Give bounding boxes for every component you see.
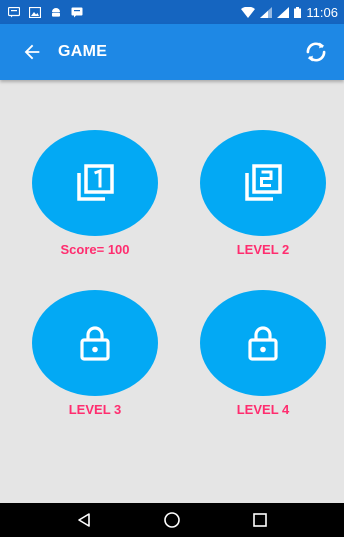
level-1-label: Score= 100 (60, 242, 130, 257)
page-title: GAME (58, 43, 108, 60)
signal-icon-2 (277, 6, 290, 18)
android-icon (50, 7, 62, 18)
recents-square-icon (253, 513, 267, 527)
level-4-label: LEVEL 4 (236, 402, 290, 417)
status-notifications (8, 6, 83, 18)
level-1-button[interactable] (32, 130, 158, 236)
lock-icon (248, 326, 278, 361)
level-1-icon (77, 164, 114, 201)
nav-back-button[interactable] (69, 505, 99, 535)
level-2-label: LEVEL 2 (236, 242, 290, 257)
app-bar: GAME (0, 24, 344, 80)
lock-icon (80, 326, 110, 361)
arrow-back-icon (24, 44, 40, 60)
system-nav-bar (0, 503, 344, 537)
notification-icon (8, 6, 20, 18)
home-circle-icon (164, 512, 180, 528)
status-bar: 11:06 (0, 0, 344, 24)
status-time: 11:06 (306, 4, 338, 20)
back-button[interactable] (12, 32, 52, 72)
level-4-button[interactable] (200, 290, 326, 396)
game-screen: 11:06 GAME Score= 100 LEVEL 2 LEVEL 3 LE… (0, 0, 344, 537)
wifi-icon (241, 6, 256, 18)
level-2-button[interactable] (200, 130, 326, 236)
status-system: 11:06 (241, 5, 338, 20)
battery-icon (294, 6, 302, 18)
level-3-button[interactable] (32, 290, 158, 396)
image-icon (29, 6, 41, 18)
signal-icon (260, 6, 273, 18)
level-2-icon (245, 164, 282, 201)
message-icon (71, 7, 83, 18)
level-3-label: LEVEL 3 (68, 402, 122, 417)
refresh-button[interactable] (296, 32, 336, 72)
nav-home-button[interactable] (157, 505, 187, 535)
back-triangle-icon (78, 513, 90, 527)
nav-recents-button[interactable] (245, 505, 275, 535)
refresh-icon (306, 42, 326, 62)
